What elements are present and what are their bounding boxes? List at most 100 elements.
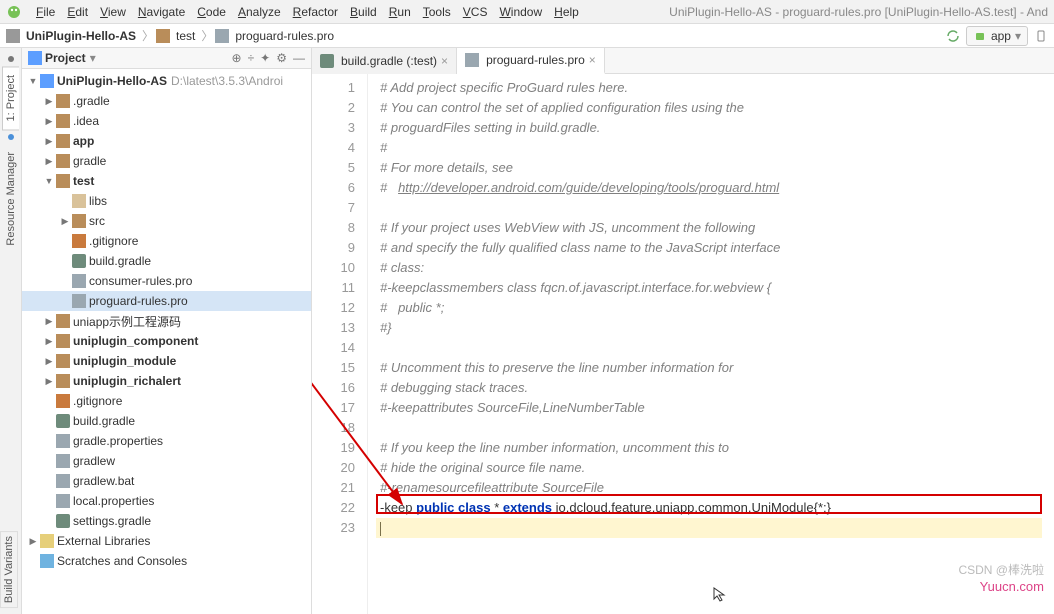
breadcrumb-mid[interactable]: test bbox=[172, 29, 199, 43]
code-line[interactable] bbox=[380, 198, 1054, 218]
tree-node[interactable]: consumer-rules.pro bbox=[22, 271, 311, 291]
resource-manager-tab[interactable]: Resource Manager bbox=[3, 144, 19, 254]
project-tree[interactable]: ▼UniPlugin-Hello-ASD:\latest\3.5.3\Andro… bbox=[22, 69, 311, 614]
code-line[interactable] bbox=[380, 418, 1054, 438]
menu-refactor[interactable]: Refactor bbox=[287, 5, 344, 19]
menu-analyze[interactable]: Analyze bbox=[232, 5, 287, 19]
menu-tools[interactable]: Tools bbox=[417, 5, 457, 19]
expand-arrow-icon[interactable]: ▶ bbox=[44, 136, 54, 147]
code-line[interactable]: # and specify the fully qualified class … bbox=[380, 238, 1054, 258]
panel-title[interactable]: Project bbox=[45, 51, 86, 65]
code-line[interactable]: -keep public class * extends io.dcloud.f… bbox=[380, 498, 1054, 518]
code-line[interactable] bbox=[380, 518, 1054, 538]
tree-node[interactable]: build.gradle bbox=[22, 411, 311, 431]
expand-arrow-icon[interactable]: ▶ bbox=[44, 336, 54, 347]
code-line[interactable]: #-keepclassmembers class fqcn.of.javascr… bbox=[380, 278, 1054, 298]
code-view[interactable]: # Add project specific ProGuard rules he… bbox=[368, 74, 1054, 614]
code-line[interactable]: # public *; bbox=[380, 298, 1054, 318]
expand-arrow-icon[interactable]: ▶ bbox=[44, 356, 54, 367]
tree-node[interactable]: ▶uniplugin_module bbox=[22, 351, 311, 371]
tree-node[interactable]: gradlew.bat bbox=[22, 471, 311, 491]
tree-node[interactable]: ▶uniplugin_component bbox=[22, 331, 311, 351]
menu-code[interactable]: Code bbox=[191, 5, 232, 19]
tree-node[interactable]: ▶app bbox=[22, 131, 311, 151]
menu-build[interactable]: Build bbox=[344, 5, 383, 19]
code-line[interactable]: # Add project specific ProGuard rules he… bbox=[380, 78, 1054, 98]
menu-run[interactable]: Run bbox=[383, 5, 417, 19]
code-line[interactable]: #-keepattributes SourceFile,LineNumberTa… bbox=[380, 398, 1054, 418]
target-icon[interactable]: ✦ bbox=[260, 51, 270, 65]
tree-node[interactable]: build.gradle bbox=[22, 251, 311, 271]
device-icon[interactable] bbox=[1034, 29, 1048, 43]
expand-arrow-icon[interactable]: ▶ bbox=[44, 316, 54, 327]
code-line[interactable]: #} bbox=[380, 318, 1054, 338]
tool-dot-icon[interactable] bbox=[8, 134, 14, 140]
editor-tab[interactable]: proguard-rules.pro× bbox=[457, 48, 605, 74]
menu-navigate[interactable]: Navigate bbox=[132, 5, 191, 19]
tree-node[interactable]: gradlew bbox=[22, 451, 311, 471]
tree-node[interactable]: ▶.idea bbox=[22, 111, 311, 131]
expand-icon[interactable]: ⊕ bbox=[232, 51, 242, 65]
expand-arrow-icon[interactable]: ▶ bbox=[60, 216, 70, 227]
tree-node[interactable]: ▼UniPlugin-Hello-ASD:\latest\3.5.3\Andro… bbox=[22, 71, 311, 91]
tree-node[interactable]: .gitignore bbox=[22, 391, 311, 411]
chevron-down-icon: ▾ bbox=[1015, 29, 1021, 43]
tree-node[interactable]: ▶gradle bbox=[22, 151, 311, 171]
tree-node[interactable]: ▶uniplugin_richalert bbox=[22, 371, 311, 391]
code-line[interactable]: #-renamesourcefileattribute SourceFile bbox=[380, 478, 1054, 498]
code-line[interactable]: # class: bbox=[380, 258, 1054, 278]
hide-icon[interactable]: — bbox=[293, 51, 305, 65]
tree-node[interactable]: ▶src bbox=[22, 211, 311, 231]
breadcrumb-root[interactable]: UniPlugin-Hello-AS bbox=[22, 29, 140, 43]
project-tool-tab[interactable]: 1: Project bbox=[2, 66, 19, 130]
tree-node[interactable]: .gitignore bbox=[22, 231, 311, 251]
code-line[interactable]: # http://developer.android.com/guide/dev… bbox=[380, 178, 1054, 198]
code-line[interactable]: # You can control the set of applied con… bbox=[380, 98, 1054, 118]
code-line[interactable]: # hide the original source file name. bbox=[380, 458, 1054, 478]
menu-window[interactable]: Window bbox=[493, 5, 548, 19]
tree-node[interactable]: libs bbox=[22, 191, 311, 211]
menu-help[interactable]: Help bbox=[548, 5, 585, 19]
git-icon bbox=[72, 234, 86, 248]
breadcrumb-file[interactable]: proguard-rules.pro bbox=[231, 29, 338, 43]
run-config-selector[interactable]: app ▾ bbox=[966, 26, 1028, 46]
code-line[interactable]: # debugging stack traces. bbox=[380, 378, 1054, 398]
tree-node[interactable]: ▶uniapp示例工程源码 bbox=[22, 311, 311, 331]
tree-node[interactable]: ▶External Libraries bbox=[22, 531, 311, 551]
code-line[interactable]: # If you keep the line number informatio… bbox=[380, 438, 1054, 458]
expand-arrow-icon[interactable]: ▶ bbox=[28, 536, 38, 547]
code-line[interactable]: # For more details, see bbox=[380, 158, 1054, 178]
code-line[interactable]: # bbox=[380, 138, 1054, 158]
tree-node[interactable]: settings.gradle bbox=[22, 511, 311, 531]
menu-edit[interactable]: Edit bbox=[61, 5, 94, 19]
editor-body[interactable]: 1234567891011121314151617181920212223 # … bbox=[312, 74, 1054, 614]
code-line[interactable] bbox=[380, 338, 1054, 358]
close-icon[interactable]: × bbox=[589, 53, 596, 67]
code-line[interactable]: # If your project uses WebView with JS, … bbox=[380, 218, 1054, 238]
expand-arrow-icon[interactable]: ▶ bbox=[44, 96, 54, 107]
tree-node[interactable]: proguard-rules.pro bbox=[22, 291, 311, 311]
tree-node[interactable]: local.properties bbox=[22, 491, 311, 511]
menu-vcs[interactable]: VCS bbox=[457, 5, 494, 19]
build-variants-tab[interactable]: Build Variants bbox=[0, 531, 18, 608]
tree-node[interactable]: ▼test bbox=[22, 171, 311, 191]
editor-tab[interactable]: build.gradle (:test)× bbox=[312, 48, 457, 74]
tree-node[interactable]: gradle.properties bbox=[22, 431, 311, 451]
chevron-down-icon[interactable]: ▾ bbox=[90, 51, 96, 65]
expand-arrow-icon[interactable]: ▼ bbox=[28, 76, 38, 86]
tree-node[interactable]: Scratches and Consoles bbox=[22, 551, 311, 571]
tool-dot-icon[interactable] bbox=[8, 56, 14, 62]
code-line[interactable]: # proguardFiles setting in build.gradle. bbox=[380, 118, 1054, 138]
menu-file[interactable]: File bbox=[30, 5, 61, 19]
menu-view[interactable]: View bbox=[94, 5, 132, 19]
expand-arrow-icon[interactable]: ▼ bbox=[44, 176, 54, 186]
tree-node[interactable]: ▶.gradle bbox=[22, 91, 311, 111]
expand-arrow-icon[interactable]: ▶ bbox=[44, 116, 54, 127]
collapse-icon[interactable]: ÷ bbox=[248, 51, 255, 65]
expand-arrow-icon[interactable]: ▶ bbox=[44, 156, 54, 167]
expand-arrow-icon[interactable]: ▶ bbox=[44, 376, 54, 387]
code-line[interactable]: # Uncomment this to preserve the line nu… bbox=[380, 358, 1054, 378]
gear-icon[interactable]: ⚙ bbox=[276, 51, 287, 65]
sync-icon[interactable] bbox=[946, 29, 960, 43]
close-icon[interactable]: × bbox=[441, 54, 448, 68]
